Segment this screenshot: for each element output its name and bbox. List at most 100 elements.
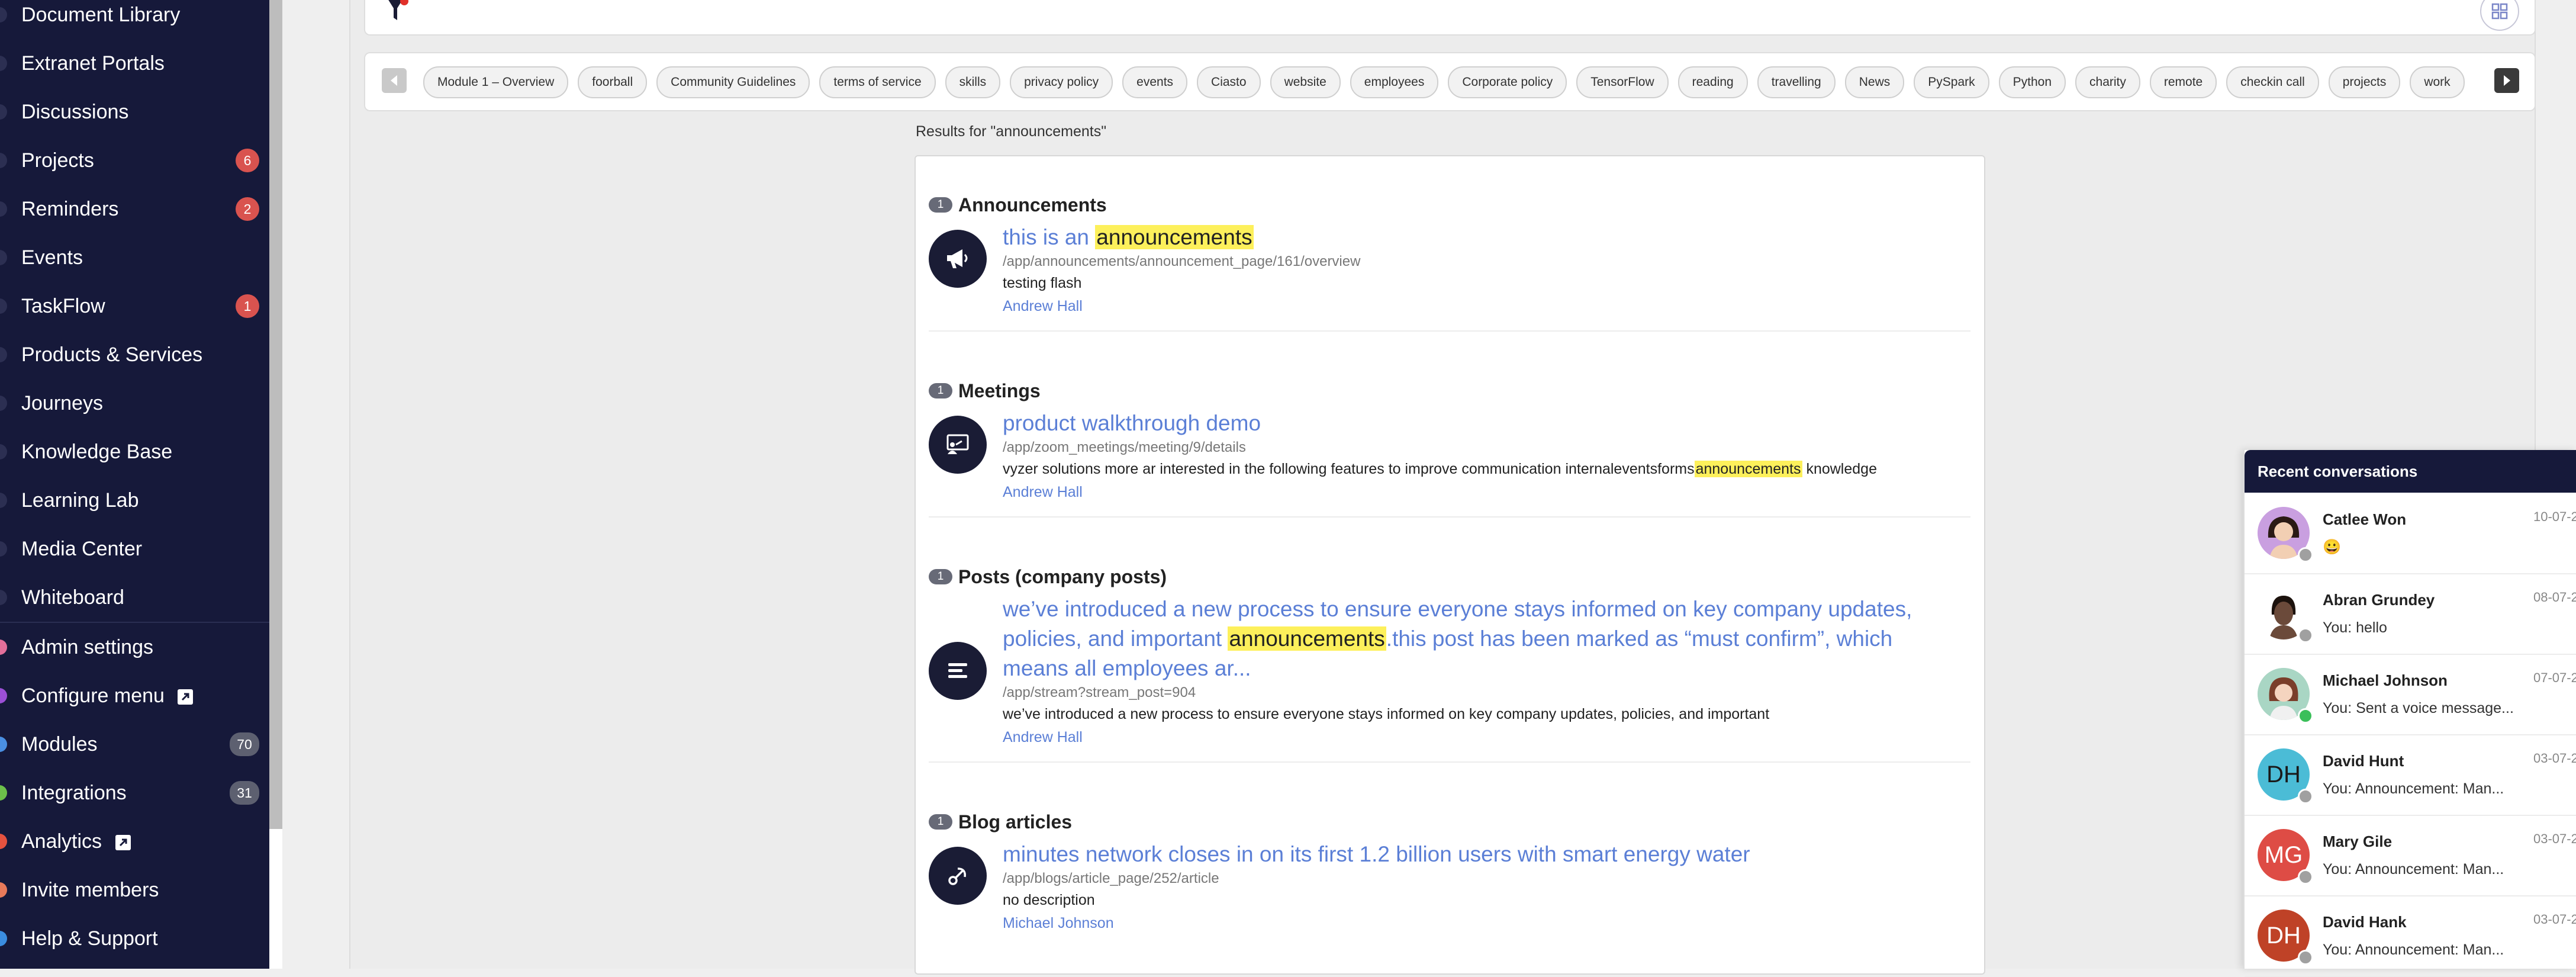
conversation-date: 03-07-2025 xyxy=(2533,831,2576,846)
tag-chip[interactable]: projects xyxy=(2328,66,2401,98)
analytics-icon xyxy=(0,834,7,849)
result-author-link[interactable]: Andrew Hall xyxy=(1003,481,1950,503)
tag-chip[interactable]: events xyxy=(1122,66,1188,98)
presentation-icon xyxy=(929,416,987,474)
status-indicator xyxy=(2298,628,2313,643)
title-text: product walkthrough demo xyxy=(1003,411,1261,435)
conversation-last-message: You: Announcement: Man... xyxy=(2323,780,2504,797)
tag-chip[interactable]: Community Guidelines xyxy=(656,66,810,98)
sidebar-item-reminders[interactable]: Reminders 2 xyxy=(0,185,269,233)
sidebar-item-journeys[interactable]: Journeys xyxy=(0,379,269,428)
sidebar-item-taskflow[interactable]: TaskFlow 1 xyxy=(0,282,269,330)
sidebar-item-analytics[interactable]: Analytics xyxy=(0,817,269,866)
section-title: Posts (company posts) xyxy=(958,565,1167,587)
result-author-link[interactable]: Michael Johnson xyxy=(1003,912,1950,934)
conversation-item[interactable]: Abran Grundey You: hello 08-07-2025 xyxy=(2245,573,2576,655)
tag-chip[interactable]: reading xyxy=(1677,66,1748,98)
conversation-last-message: You: hello xyxy=(2323,619,2387,636)
tag-chip[interactable]: work xyxy=(2410,66,2465,98)
sidebar-item-modules[interactable]: Modules 70 xyxy=(0,720,269,769)
conversation-item[interactable]: MG Mary Gile You: Announcement: Man... 0… xyxy=(2245,815,2576,896)
sidebar-item-integrations[interactable]: Integrations 31 xyxy=(0,769,269,817)
result-title-link[interactable]: this is an announcements xyxy=(1003,223,1950,252)
sidebar-item-products-services[interactable]: Products & Services xyxy=(0,330,269,379)
grid-view-button[interactable] xyxy=(2480,0,2519,31)
sidebar-item-projects[interactable]: Projects 6 xyxy=(0,136,269,185)
conversation-item[interactable]: DH David Hunt You: Announcement: Man... … xyxy=(2245,734,2576,816)
sidebar-item-help-support[interactable]: Help & Support xyxy=(0,914,269,963)
search-highlight: announcements xyxy=(1095,225,1254,249)
conversation-last-message: You: Announcement: Man... xyxy=(2323,941,2504,958)
help-support-icon xyxy=(0,931,7,946)
scroll-tags-right-button[interactable] xyxy=(2494,68,2519,93)
conversation-name: Abran Grundey xyxy=(2323,591,2435,609)
invite-members-icon xyxy=(0,882,7,898)
sidebar-item-label: Admin settings xyxy=(21,635,153,658)
tag-chip[interactable]: employees xyxy=(1350,66,1439,98)
sidebar-item-media-center[interactable]: Media Center xyxy=(0,525,269,573)
title-text: minutes network closes in on its first 1… xyxy=(1003,842,1750,866)
tag-chip[interactable]: Ciasto xyxy=(1197,66,1261,98)
result-count-badge: 1 xyxy=(929,569,952,584)
sidebar-item-configure-menu[interactable]: Configure menu xyxy=(0,671,269,720)
result-count-badge: 1 xyxy=(929,814,952,830)
tag-filter-bar: Module 1 – Overview foorball Community G… xyxy=(364,52,2536,111)
sidebar-scrollbar-gap xyxy=(269,829,282,969)
sidebar-item-extranet-portals[interactable]: Extranet Portals xyxy=(0,39,269,88)
tag-chip[interactable]: PySpark xyxy=(1914,66,1989,98)
result-path: /app/zoom_meetings/meeting/9/details xyxy=(1003,439,1246,455)
snippet-text: knowledge xyxy=(1802,461,1877,477)
results-section-announcements: 1 Announcements this is an announcements… xyxy=(929,193,1970,347)
tag-chip[interactable]: TensorFlow xyxy=(1576,66,1669,98)
search-result: this is an announcements /app/announceme… xyxy=(1003,223,1950,317)
conversation-item[interactable]: Catlee Won 😀 10-07-2025 xyxy=(2245,493,2576,574)
conversation-date: 03-07-2025 xyxy=(2533,751,2576,766)
tag-chip[interactable]: remote xyxy=(2149,66,2217,98)
sidebar-item-label: Reminders xyxy=(21,197,119,220)
tag-chip[interactable]: skills xyxy=(945,66,1001,98)
scroll-tags-left-button[interactable] xyxy=(382,68,407,93)
tag-chip[interactable]: charity xyxy=(2075,66,2140,98)
search-results-heading: Results for "announcements" xyxy=(916,123,1107,140)
status-indicator xyxy=(2298,950,2313,965)
result-title-link[interactable]: product walkthrough demo xyxy=(1003,409,1950,438)
sidebar-item-whiteboard[interactable]: Whiteboard xyxy=(0,573,269,622)
sidebar-item-label: Discussions xyxy=(21,100,129,123)
tag-chip[interactable]: checkin call xyxy=(2226,66,2319,98)
sidebar-scrollbar-thumb[interactable] xyxy=(269,0,282,829)
sidebar-item-discussions[interactable]: Discussions xyxy=(0,88,269,136)
tag-chip[interactable]: News xyxy=(1844,66,1905,98)
result-title-link[interactable]: we’ve introduced a new process to ensure… xyxy=(1003,594,1950,683)
sidebar-item-invite-members[interactable]: Invite members xyxy=(0,866,269,914)
filter-icon[interactable] xyxy=(385,0,409,25)
conversation-name: David Hunt xyxy=(2323,752,2404,770)
tag-chip[interactable]: Python xyxy=(1998,66,2066,98)
configure-menu-icon xyxy=(0,688,7,703)
tag-chip[interactable]: Corporate policy xyxy=(1448,66,1567,98)
conversation-item[interactable]: Michael Johnson You: Sent a voice messag… xyxy=(2245,654,2576,735)
tag-chip[interactable]: privacy policy xyxy=(1010,66,1113,98)
sidebar-item-learning-lab[interactable]: Learning Lab xyxy=(0,476,269,525)
external-link-icon xyxy=(178,689,194,705)
sidebar-item-label: Projects xyxy=(21,149,94,172)
tag-chip[interactable]: Module 1 – Overview xyxy=(423,66,569,98)
result-author-link[interactable]: Andrew Hall xyxy=(1003,295,1950,317)
sidebar-item-knowledge-base[interactable]: Knowledge Base xyxy=(0,428,269,476)
result-path: /app/stream?stream_post=904 xyxy=(1003,684,1196,700)
recent-conversations-header[interactable]: Recent conversations xyxy=(2245,450,2576,493)
sidebar-item-document-library[interactable]: Document Library xyxy=(0,0,269,39)
recent-conversations-panel: Recent conversations Catlee Won 😀 10-07-… xyxy=(2243,450,2576,977)
tag-chip[interactable]: foorball xyxy=(578,66,648,98)
status-indicator xyxy=(2298,869,2313,885)
results-section-meetings: 1 Meetings product walkthrough demo /app… xyxy=(929,379,1970,533)
tag-chip[interactable]: travelling xyxy=(1757,66,1836,98)
result-title-link[interactable]: minutes network closes in on its first 1… xyxy=(1003,840,1950,869)
result-author-link[interactable]: Andrew Hall xyxy=(1003,726,1950,748)
tag-chip[interactable]: terms of service xyxy=(819,66,936,98)
result-count-badge: 1 xyxy=(929,197,952,213)
sidebar-item-admin-settings[interactable]: Admin settings xyxy=(0,623,269,671)
sidebar-item-events[interactable]: Events xyxy=(0,233,269,282)
tag-chip[interactable]: website xyxy=(1270,66,1341,98)
conversation-item[interactable]: DH David Hank You: Announcement: Man... … xyxy=(2245,895,2576,977)
search-result: product walkthrough demo /app/zoom_meeti… xyxy=(1003,409,1950,503)
